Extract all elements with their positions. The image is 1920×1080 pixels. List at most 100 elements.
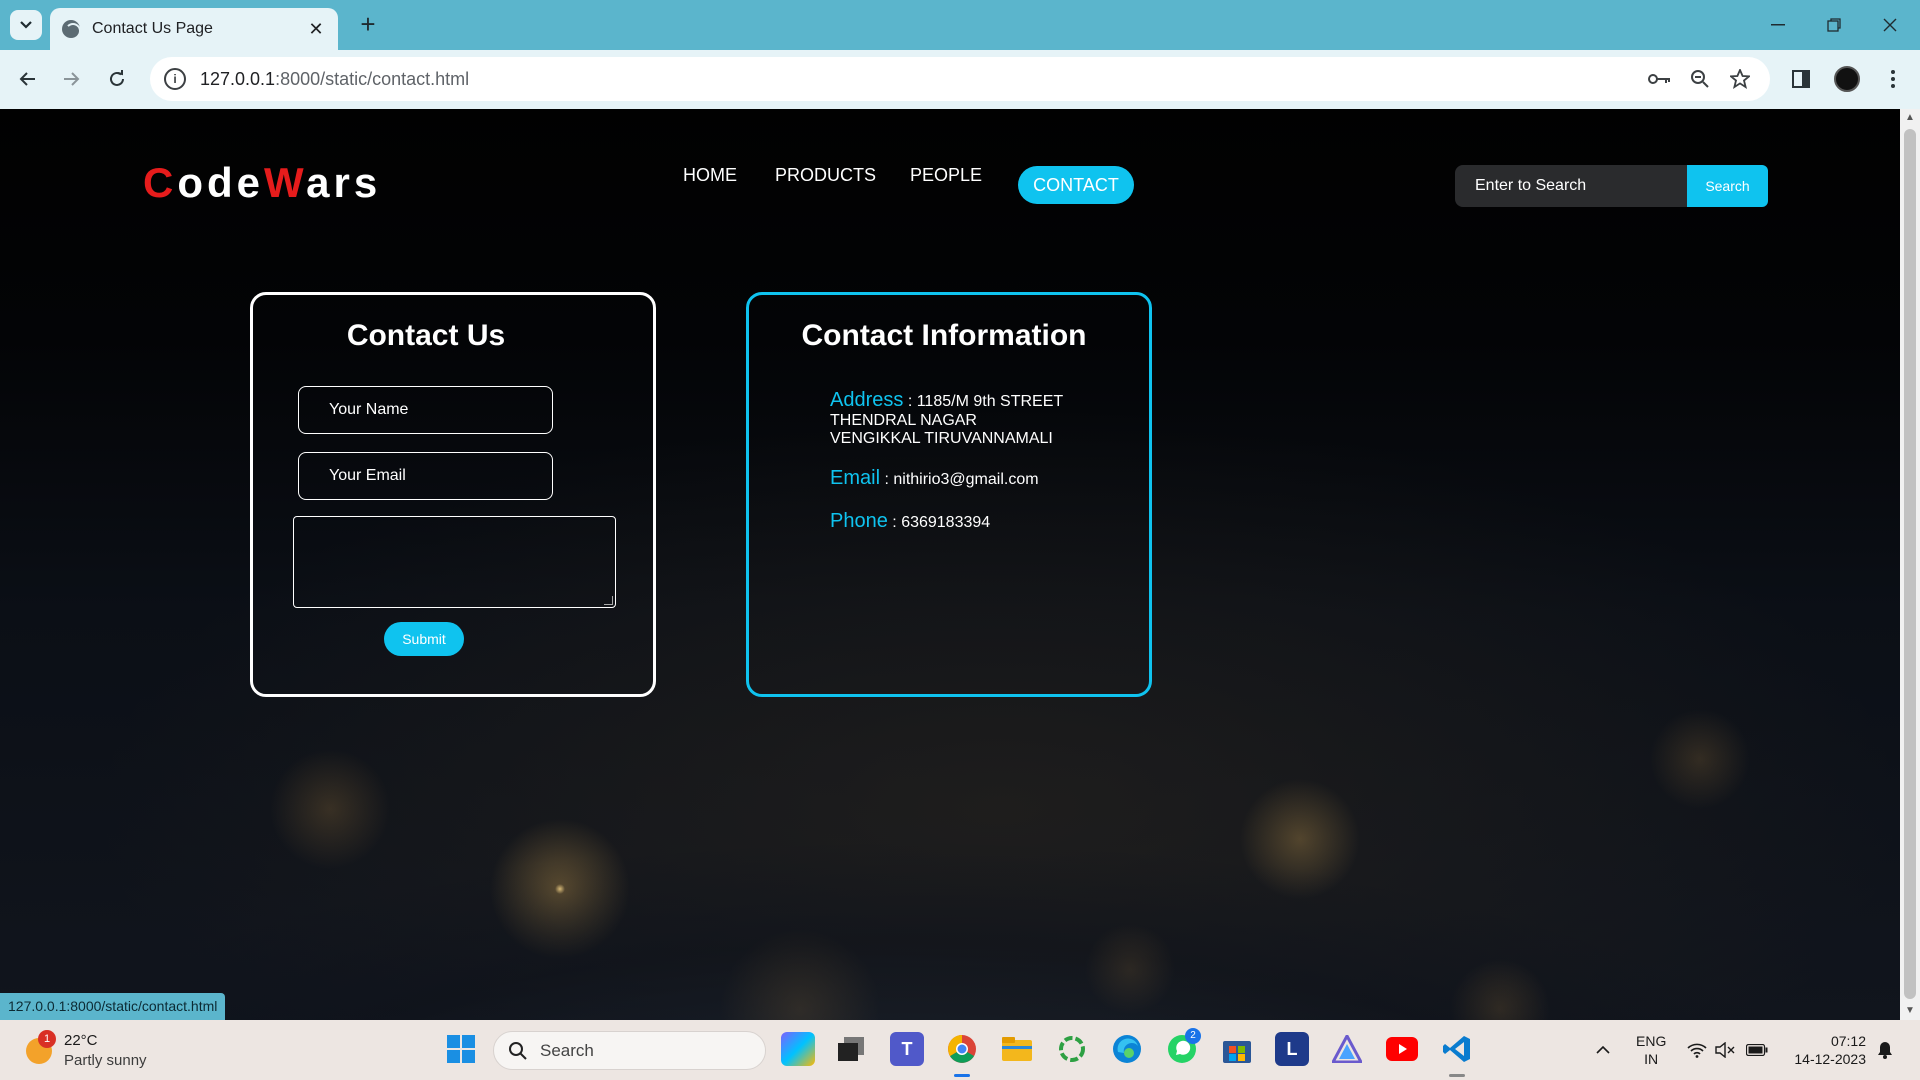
browser-menu-button[interactable]	[1876, 62, 1910, 96]
email-value[interactable]: nithirio3@gmail.com	[893, 471, 1038, 488]
file-explorer-icon[interactable]	[1000, 1032, 1034, 1066]
url-path: :8000/static/contact.html	[275, 68, 470, 89]
chrome-app-icon[interactable]	[945, 1032, 979, 1066]
address-line-2: THENDRAL NAGAR	[830, 412, 977, 429]
taskbar-search[interactable]: Search	[493, 1031, 766, 1070]
nav-products-link[interactable]: PRODUCTS	[775, 165, 876, 186]
zoom-icon[interactable]	[1688, 67, 1712, 91]
browser-tab-bar: Contact Us Page ✕ +	[0, 0, 1920, 50]
clock-time: 07:12	[1830, 1033, 1866, 1049]
avatar	[1834, 66, 1860, 92]
contact-info-card: Contact Information Address : 1185/M 9th…	[746, 292, 1152, 697]
email-input[interactable]: Your Email	[298, 452, 553, 500]
edge-app-icon[interactable]	[1110, 1032, 1144, 1066]
restore-window-button[interactable]	[1804, 0, 1864, 50]
tab-search-menu-button[interactable]	[10, 10, 42, 40]
minimize-window-button[interactable]	[1748, 0, 1808, 50]
battery-icon[interactable]	[1742, 1020, 1772, 1080]
site-search-input[interactable]: Enter to Search	[1455, 165, 1687, 207]
forward-button[interactable]	[55, 62, 89, 96]
arrow-left-icon	[19, 72, 35, 86]
windows-icon	[447, 1035, 475, 1063]
link-status-bubble: 127.0.0.1:8000/static/contact.html	[0, 993, 226, 1020]
bookmark-star-icon[interactable]	[1728, 67, 1752, 91]
password-key-icon[interactable]	[1648, 67, 1672, 91]
more-vertical-icon	[1891, 70, 1895, 88]
reload-button[interactable]	[100, 62, 134, 96]
globe-icon	[62, 20, 81, 39]
phone-label: Phone	[830, 510, 888, 532]
app-ring-icon[interactable]	[1055, 1032, 1089, 1066]
language-indicator[interactable]: ENG IN	[1636, 1032, 1666, 1068]
vscode-app-icon[interactable]	[1440, 1032, 1474, 1066]
new-tab-button[interactable]: +	[352, 8, 384, 40]
nav-contact-link[interactable]: CONTACT	[1018, 166, 1134, 204]
address-separator: :	[903, 393, 917, 410]
phone-separator: :	[887, 514, 902, 531]
chrome-active-indicator	[954, 1074, 970, 1077]
scroll-down-icon[interactable]: ▼	[1900, 1002, 1920, 1020]
weather-desc: Partly sunny	[64, 1052, 147, 1069]
contact-form-card: Contact Us Your Name Your Email Submit	[250, 292, 656, 697]
contact-form-title: Contact Us	[346, 319, 506, 352]
site-info-icon[interactable]: i	[164, 68, 186, 90]
taskbar-search-label: Search	[540, 1040, 594, 1060]
email-block: Email : nithirio3@gmail.com	[830, 467, 1039, 490]
vscode-running-indicator	[1449, 1074, 1465, 1077]
arrow-right-icon	[64, 72, 80, 86]
chevron-up-icon	[1596, 1046, 1610, 1054]
scrollbar-thumb[interactable]	[1904, 129, 1916, 999]
youtube-app-icon[interactable]	[1385, 1032, 1419, 1066]
chevron-down-icon	[20, 21, 32, 29]
url-host: 127.0.0.1	[200, 68, 276, 89]
site-logo[interactable]: CodeWars	[143, 159, 381, 207]
back-button[interactable]	[10, 62, 44, 96]
delta-app-icon[interactable]	[1330, 1032, 1364, 1066]
name-input[interactable]: Your Name	[298, 386, 553, 434]
store-app-icon[interactable]	[1220, 1032, 1254, 1066]
nav-people-link[interactable]: PEOPLE	[910, 165, 982, 186]
browser-toolbar: i 127.0.0.1:8000/static/contact.html	[0, 50, 1920, 109]
email-separator: :	[880, 471, 894, 488]
logo-letter-c: C	[143, 159, 178, 206]
logo-letter-w: W	[264, 159, 307, 206]
page-viewport: CodeWars HOME PRODUCTS PEOPLE CONTACT En…	[0, 109, 1900, 1020]
tab-title: Contact Us Page	[92, 20, 213, 37]
start-button[interactable]	[444, 1032, 478, 1066]
volume-muted-icon[interactable]	[1712, 1020, 1738, 1080]
site-search-button[interactable]: Search	[1687, 165, 1768, 207]
l-app-icon[interactable]: L	[1275, 1032, 1309, 1066]
teams-app-icon[interactable]: T	[890, 1032, 924, 1066]
close-window-button[interactable]	[1860, 0, 1920, 50]
task-view-icon[interactable]	[834, 1032, 868, 1066]
submit-button[interactable]: Submit	[384, 622, 464, 656]
nav-home-link[interactable]: HOME	[683, 165, 737, 186]
scroll-up-icon[interactable]: ▲	[1900, 109, 1920, 127]
side-panel-icon	[1792, 70, 1810, 88]
notification-bell-icon[interactable]	[1872, 1020, 1898, 1080]
copilot-app-icon[interactable]	[781, 1032, 815, 1066]
search-icon	[509, 1041, 527, 1060]
weather-widget[interactable]: 1 22°C Partly sunny	[22, 1028, 182, 1072]
wifi-icon[interactable]	[1684, 1020, 1710, 1080]
whatsapp-badge: 2	[1185, 1028, 1201, 1044]
side-panel-button[interactable]	[1784, 62, 1818, 96]
email-label: Email	[830, 467, 881, 489]
tab-close-icon[interactable]: ✕	[306, 19, 326, 40]
address-line-3: VENGIKKAL TIRUVANNAMALI	[830, 430, 1053, 447]
address-bar[interactable]: i 127.0.0.1:8000/static/contact.html	[150, 57, 1770, 101]
lang-line-1: ENG	[1636, 1033, 1667, 1049]
page-scrollbar[interactable]: ▲ ▼	[1900, 109, 1920, 1020]
taskbar-clock[interactable]: 07:12 14-12-2023	[1786, 1032, 1866, 1068]
address-label: Address	[830, 389, 904, 411]
browser-tab[interactable]: Contact Us Page ✕	[50, 8, 338, 50]
show-hidden-icons-button[interactable]	[1588, 1020, 1618, 1080]
logo-text-part1: ode	[177, 159, 265, 206]
profile-button[interactable]	[1830, 62, 1864, 96]
address-line-1: 1185/M 9th STREET	[916, 393, 1064, 410]
minimize-icon	[1771, 24, 1785, 26]
phone-value[interactable]: 6369183394	[901, 514, 990, 531]
weather-badge: 1	[38, 1030, 56, 1048]
message-textarea[interactable]	[293, 516, 616, 608]
close-icon	[1883, 18, 1897, 32]
